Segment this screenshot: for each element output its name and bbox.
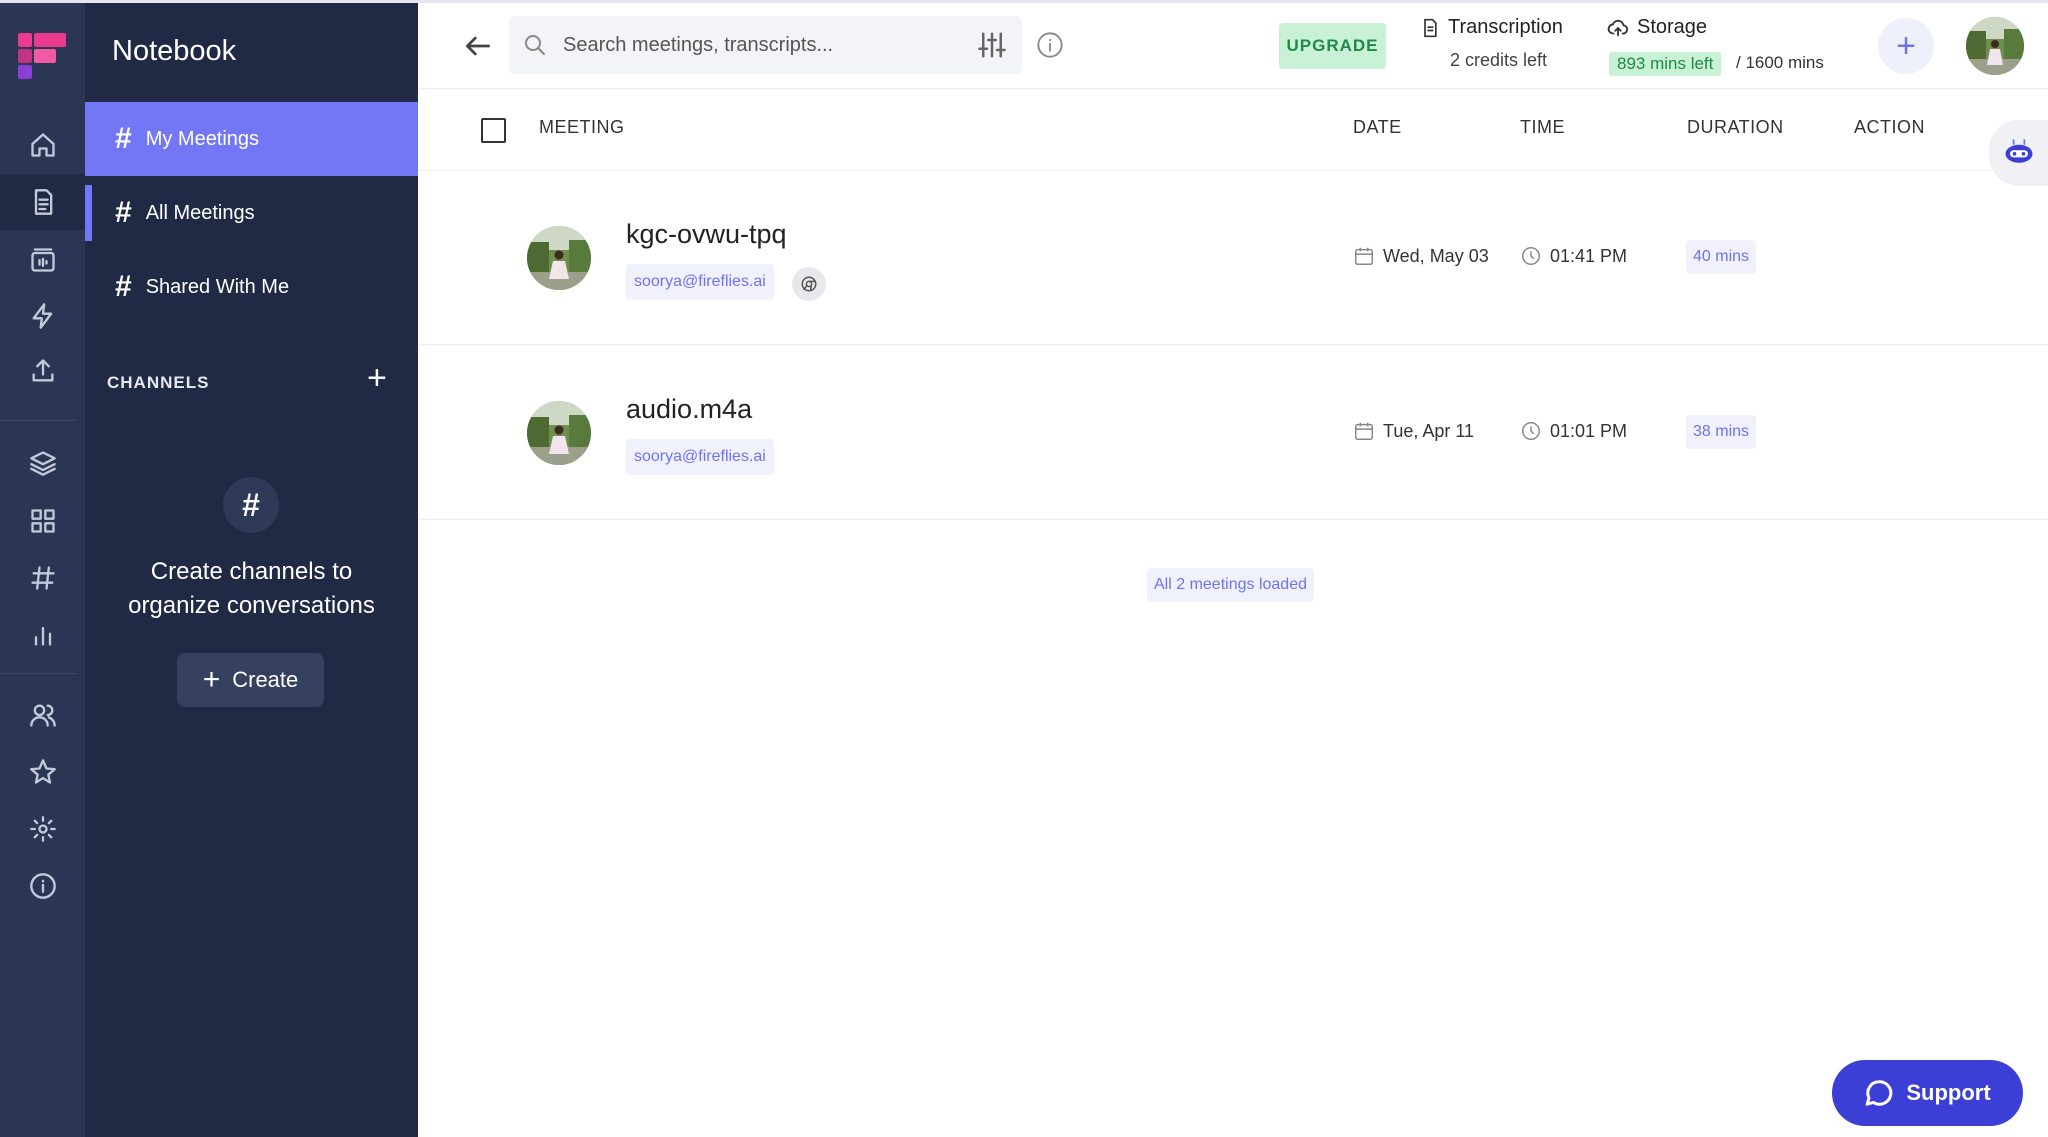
- layers-icon[interactable]: [0, 435, 85, 491]
- transcription-credits[interactable]: Transcription: [1420, 16, 1563, 39]
- date-text: Tue, Apr 11: [1383, 420, 1475, 441]
- nav-item-label: Shared With Me: [145, 275, 290, 298]
- calendar-icon: [1355, 422, 1373, 440]
- meeting-title-link[interactable]: audio.m4a: [626, 394, 752, 425]
- filter-sliders-icon[interactable]: [977, 30, 1007, 60]
- duration-badge: 40 mins: [1686, 240, 1757, 274]
- calendar-icon: [1355, 247, 1373, 265]
- support-button[interactable]: Support: [1832, 1060, 2023, 1126]
- meetings-loaded-status: All 2 meetings loaded: [1147, 568, 1314, 602]
- nav-item-label: My Meetings: [145, 127, 260, 150]
- meeting-title-link[interactable]: kgc-ovwu-tpq: [626, 219, 787, 250]
- info-icon[interactable]: [1036, 31, 1064, 59]
- document-icon: [1424, 18, 1437, 37]
- time-text: 01:41 PM: [1550, 245, 1628, 266]
- nav-item-label: All Meetings: [145, 201, 255, 224]
- organizer-email: soorya@fireflies.ai: [626, 264, 774, 300]
- info-icon[interactable]: [0, 858, 85, 914]
- nav-item-all-meetings[interactable]: # All Meetings: [85, 176, 418, 250]
- home-icon[interactable]: [0, 117, 85, 173]
- hash-icon: #: [115, 122, 132, 155]
- avatar: [527, 401, 591, 465]
- header-divider: [418, 88, 2048, 89]
- storage-total: / 1600 mins: [1736, 53, 1824, 72]
- organizer-email: soorya@fireflies.ai: [626, 439, 774, 475]
- upload-icon[interactable]: [0, 343, 85, 399]
- meeting-date: Tue, Apr 11: [1353, 420, 1474, 442]
- star-icon[interactable]: [0, 744, 85, 800]
- add-channel-button[interactable]: +: [367, 361, 387, 395]
- rail-divider: [0, 420, 76, 421]
- support-label: Support: [1906, 1080, 1991, 1105]
- meeting-date: Wed, May 03: [1353, 245, 1489, 267]
- clock-icon: [1522, 422, 1540, 440]
- table-row[interactable]: audio.m4a soorya@fireflies.ai Tue, Apr 1…: [418, 346, 2048, 520]
- calendar-icon[interactable]: [0, 232, 85, 288]
- column-header-time[interactable]: TIME: [1520, 117, 1565, 138]
- credits-left: 2 credits left: [1450, 50, 1548, 70]
- back-arrow-icon[interactable]: [462, 30, 494, 62]
- nav-item-my-meetings[interactable]: # My Meetings: [85, 102, 418, 176]
- notebook-icon[interactable]: [0, 174, 85, 230]
- hash-icon: #: [223, 477, 279, 533]
- storage-usage[interactable]: Storage: [1607, 16, 1707, 39]
- table-row[interactable]: kgc-ovwu-tpq soorya@fireflies.ai Wed, Ma…: [418, 171, 2048, 345]
- apps-icon[interactable]: [0, 493, 85, 549]
- storage-left-badge: 893 mins left: [1609, 52, 1722, 76]
- select-all-checkbox[interactable]: [481, 118, 506, 143]
- team-icon[interactable]: [0, 687, 85, 743]
- avatar: [527, 226, 591, 290]
- search-icon: [525, 35, 545, 55]
- column-header-meeting[interactable]: MEETING: [539, 117, 625, 138]
- panel-title: Notebook: [112, 35, 237, 67]
- column-header-date[interactable]: DATE: [1353, 117, 1402, 138]
- date-text: Wed, May 03: [1383, 245, 1489, 266]
- upgrade-button[interactable]: UPGRADE: [1279, 23, 1386, 69]
- robot-icon: [2005, 139, 2033, 163]
- column-header-action: ACTION: [1854, 117, 1926, 137]
- cloud-upload-icon: [1607, 19, 1629, 36]
- transcription-label: Transcription: [1448, 16, 1563, 38]
- plus-icon: +: [202, 663, 221, 696]
- fireflies-logo[interactable]: [18, 33, 66, 83]
- bolt-icon[interactable]: [0, 288, 85, 344]
- duration-badge: 38 mins: [1686, 415, 1757, 449]
- nav-item-shared-with-me[interactable]: # Shared With Me: [85, 250, 418, 324]
- time-text: 01:01 PM: [1550, 420, 1628, 441]
- search-input[interactable]: [561, 16, 941, 74]
- analytics-icon[interactable]: [0, 607, 85, 663]
- rail-divider: [0, 673, 76, 674]
- chat-bubble-icon: [1865, 1080, 1893, 1106]
- meeting-time: 01:41 PM: [1520, 245, 1627, 267]
- icon-rail: [0, 3, 85, 1137]
- settings-icon[interactable]: [0, 801, 85, 857]
- hash-icon: #: [115, 270, 132, 303]
- meeting-time: 01:01 PM: [1520, 420, 1627, 442]
- clock-icon: [1522, 247, 1540, 265]
- chrome-icon: [792, 267, 826, 301]
- empty-channels-text: Create channels to organize conversation…: [128, 558, 375, 619]
- hash-icon: #: [115, 196, 132, 229]
- add-meeting-button[interactable]: +: [1878, 18, 1934, 74]
- channels-heading: CHANNELS: [107, 373, 210, 392]
- column-header-duration[interactable]: DURATION: [1687, 117, 1784, 138]
- create-label: Create: [232, 667, 299, 692]
- search-bar: [509, 16, 1022, 74]
- user-avatar[interactable]: [1966, 17, 2024, 75]
- notebook-panel: Notebook # My Meetings # All Meetings # …: [85, 3, 418, 1137]
- create-channel-button[interactable]: + Create: [177, 653, 324, 707]
- hash-icon[interactable]: [0, 550, 85, 606]
- storage-label: Storage: [1637, 16, 1708, 38]
